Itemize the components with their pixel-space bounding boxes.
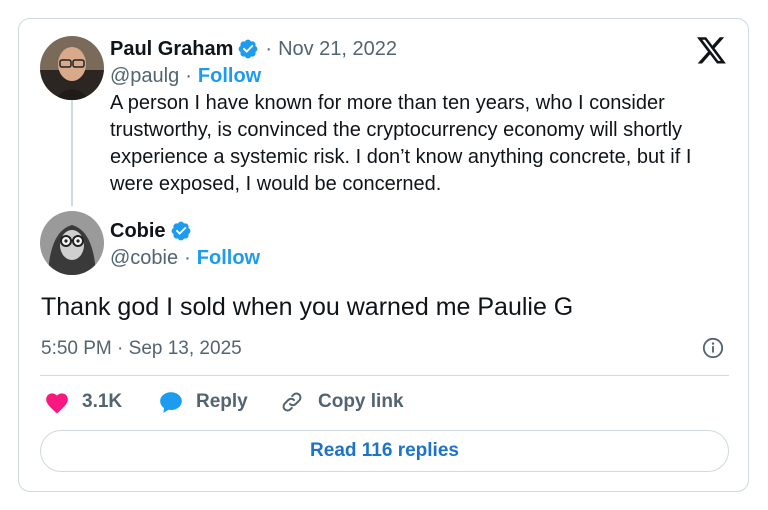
tweet-time: 5:50 PM <box>41 338 112 359</box>
quoted-handle-row: @paulg · Follow <box>110 64 261 88</box>
link-icon <box>280 390 304 414</box>
like-count: 3.1K <box>82 391 123 412</box>
copy-link-label: Copy link <box>318 391 404 412</box>
reply-button[interactable]: Reply <box>158 390 248 414</box>
follow-cobie-button[interactable]: Follow <box>197 247 260 270</box>
reply-tweet-text: Thank god I sold when you warned me Paul… <box>41 293 574 321</box>
copy-link-button[interactable]: Copy link <box>280 390 404 414</box>
x-logo-icon[interactable] <box>697 37 727 70</box>
separator-dot: · <box>265 37 273 60</box>
quoted-tweet-date[interactable]: Nov 21, 2022 <box>278 38 397 61</box>
tweet-timestamp[interactable]: 5:50 PM · Sep 13, 2025 <box>41 338 242 360</box>
avatar-cobie[interactable] <box>40 211 104 275</box>
quoted-author-handle[interactable]: @paulg <box>110 65 179 88</box>
info-icon[interactable] <box>702 337 724 364</box>
speech-bubble-icon <box>158 390 184 414</box>
quoted-tweet-text: A person I have known for more than ten … <box>110 92 692 195</box>
verified-badge-icon <box>237 38 259 60</box>
separator-dot: · <box>117 338 124 359</box>
divider <box>40 375 729 376</box>
separator-dot: · <box>184 246 191 269</box>
read-replies-button[interactable]: Read 116 replies <box>40 430 729 472</box>
avatar-paul-graham[interactable] <box>40 36 104 100</box>
reply-handle-row: @cobie · Follow <box>110 246 260 270</box>
reply-author-row: Cobie <box>110 219 192 243</box>
tweet-date: Sep 13, 2025 <box>128 338 242 359</box>
verified-badge-icon <box>170 220 192 242</box>
thread-line <box>71 100 73 206</box>
quoted-author-name[interactable]: Paul Graham <box>110 38 233 61</box>
reply-label: Reply <box>196 391 248 412</box>
quoted-author-row: Paul Graham · Nov 21, 2022 <box>110 37 397 61</box>
reply-author-handle[interactable]: @cobie <box>110 247 178 270</box>
like-button[interactable]: 3.1K <box>44 390 122 414</box>
separator-dot: · <box>185 64 192 87</box>
reply-author-name[interactable]: Cobie <box>110 220 166 243</box>
heart-icon <box>44 390 70 414</box>
follow-paulg-button[interactable]: Follow <box>198 65 261 88</box>
